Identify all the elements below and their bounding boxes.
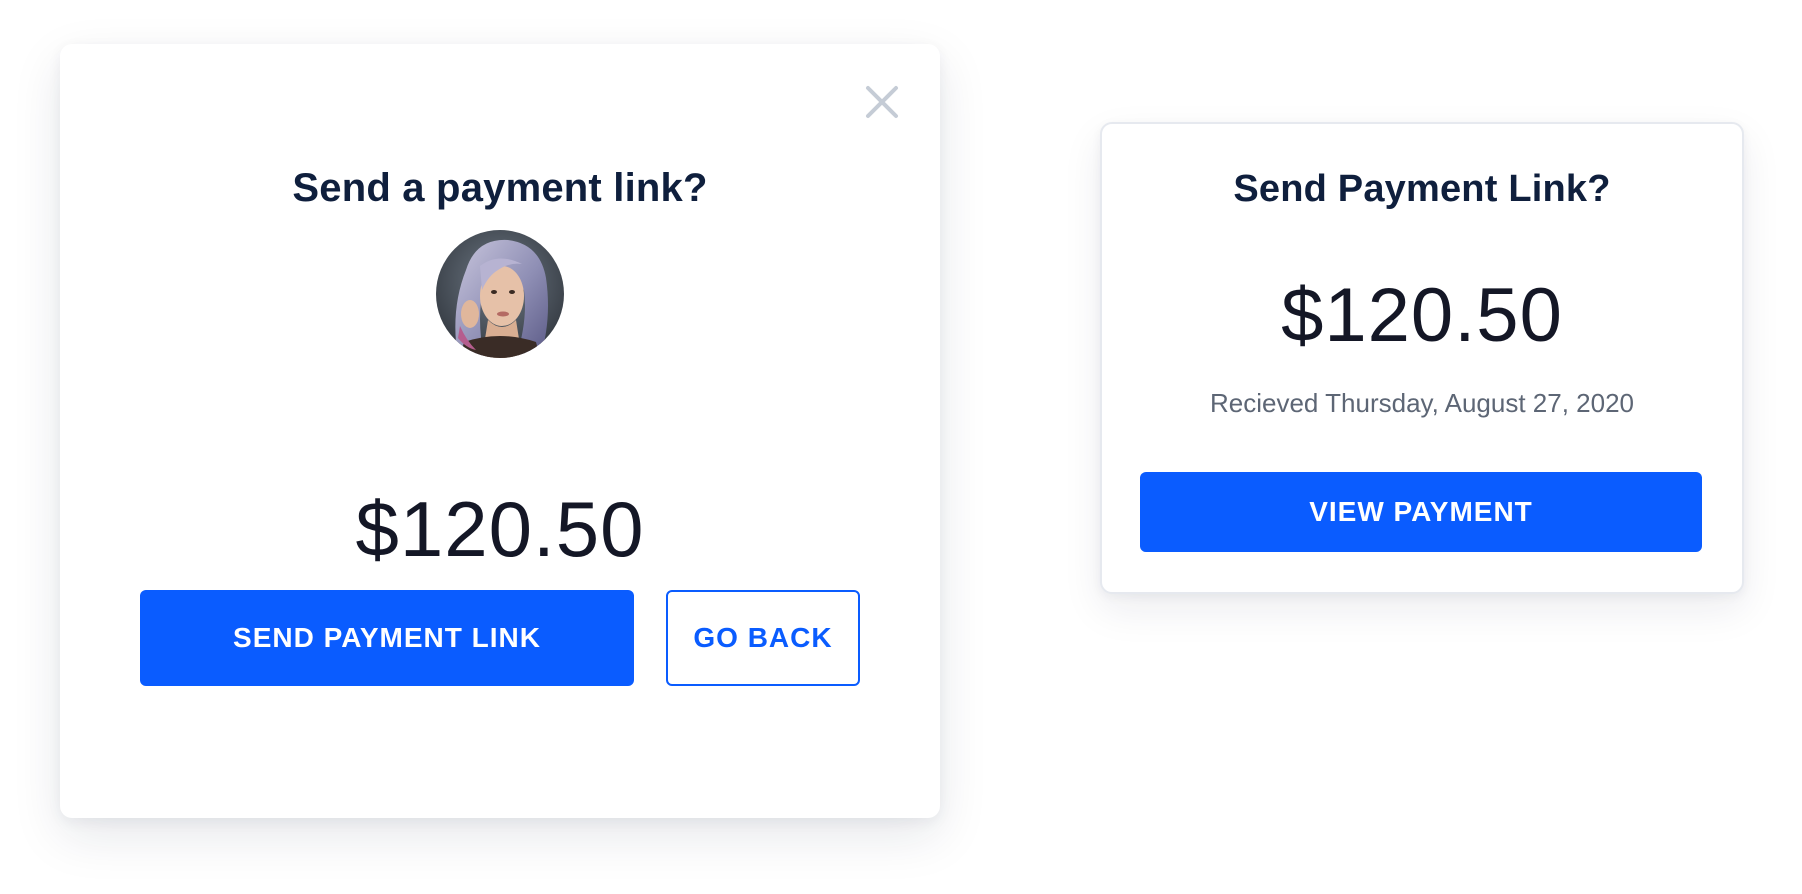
payment-link-card: Send Payment Link? $120.50 Recieved Thur… <box>1100 122 1744 594</box>
payment-amount: $120.50 <box>355 485 645 573</box>
close-button[interactable] <box>862 82 902 122</box>
card-payment-amount: $120.50 <box>1281 273 1563 358</box>
close-icon <box>866 86 898 118</box>
send-payment-link-modal: Send a payment link? $120.50 SEND PAYMEN… <box>60 44 940 818</box>
avatar <box>436 230 564 358</box>
modal-title: Send a payment link? <box>292 166 708 210</box>
received-date: Recieved Thursday, August 27, 2020 <box>1210 388 1634 418</box>
view-payment-button[interactable]: VIEW PAYMENT <box>1140 472 1702 552</box>
go-back-button[interactable]: GO BACK <box>666 590 860 686</box>
canvas: Send a payment link? $120.50 SEND PAYMEN… <box>0 0 1802 894</box>
send-payment-link-button[interactable]: SEND PAYMENT LINK <box>140 590 634 686</box>
card-title: Send Payment Link? <box>1233 168 1611 210</box>
